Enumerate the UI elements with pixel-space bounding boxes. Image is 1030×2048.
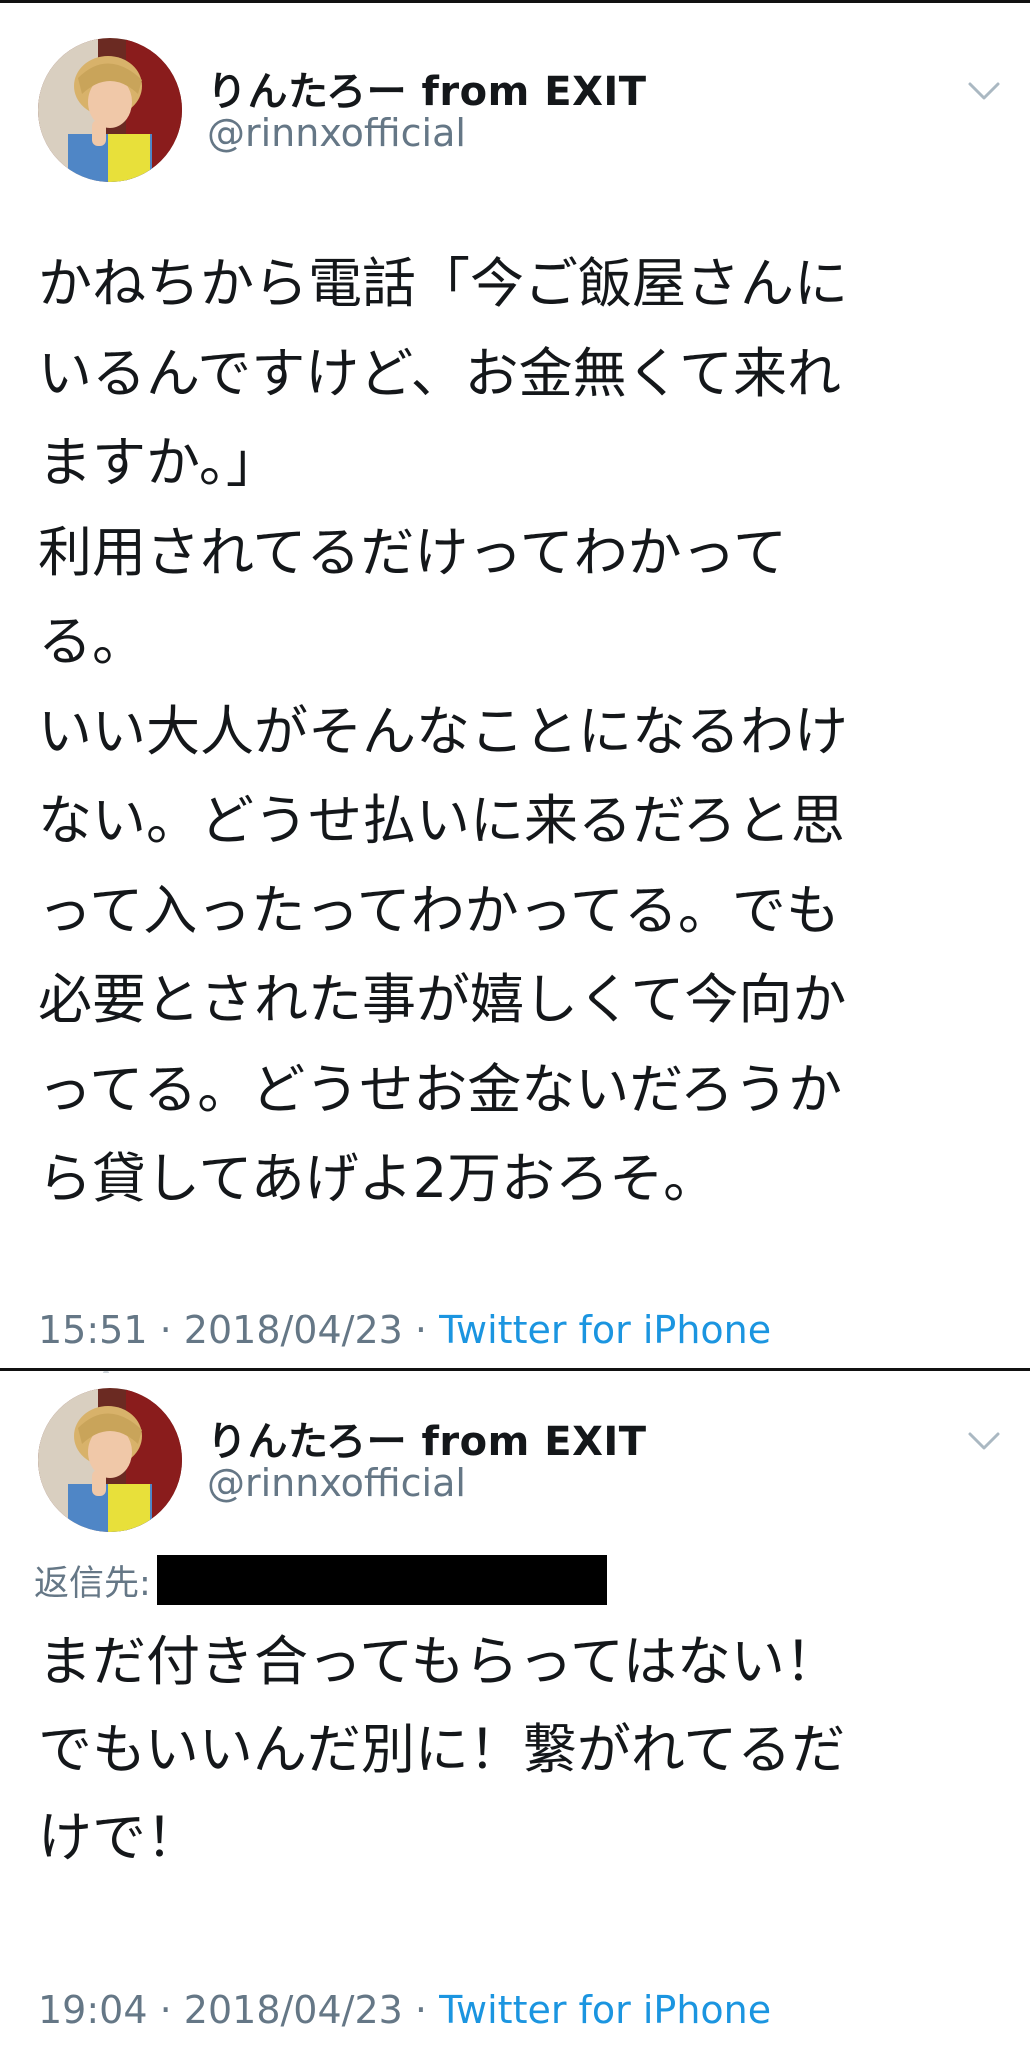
tweet-source-link[interactable]: Twitter for iPhone (439, 1308, 771, 1352)
tweet-time: 15:51 (38, 1308, 148, 1352)
reply-to: 返信先: (34, 1555, 607, 1605)
chevron-down-icon[interactable] (966, 1429, 1002, 1453)
avatar-photo-icon (38, 1388, 182, 1532)
tweet-card[interactable]: りんたろー from EXIT @rinnxofficial 返信先: まだ付き… (0, 1373, 1030, 2048)
user-avatar[interactable] (38, 38, 182, 182)
tweet-meta: 19:04 · 2018/04/23 · Twitter for iPhone (38, 1988, 771, 2032)
tweet-card[interactable]: りんたろー from EXIT @rinnxofficial かねちから電話「今… (0, 3, 1030, 1370)
meta-separator: · (414, 1308, 428, 1352)
tweet-text: まだ付き合ってもらってはない！ でもいいんだ別に！繋がれてるだ けで！ (38, 1630, 846, 1869)
user-handle[interactable]: @rinnxofficial (207, 1461, 466, 1505)
tweet-date: 2018/04/23 (183, 1988, 403, 2032)
tweet-text: かねちから電話「今ご飯屋さんに いるんですけど、お金無くて来れ ますか。」 利用… (38, 252, 848, 1210)
reply-label: 返信先: (34, 1563, 151, 1604)
tweet-source-link[interactable]: Twitter for iPhone (439, 1988, 771, 2032)
meta-separator: · (414, 1988, 428, 2032)
meta-separator: · (159, 1988, 172, 2032)
redacted-recipient (156, 1555, 607, 1605)
avatar-photo-icon (38, 38, 182, 182)
user-avatar[interactable] (38, 1388, 182, 1532)
display-name[interactable]: りんたろー from EXIT (207, 1409, 647, 1467)
meta-separator: · (159, 1308, 172, 1352)
tweet-date: 2018/04/23 (183, 1308, 403, 1352)
tweet-meta: 15:51 · 2018/04/23 · Twitter for iPhone (38, 1308, 771, 1352)
user-handle[interactable]: @rinnxofficial (207, 111, 466, 155)
tweet-time: 19:04 (38, 1988, 148, 2032)
display-name[interactable]: りんたろー from EXIT (207, 59, 647, 117)
chevron-down-icon[interactable] (966, 79, 1002, 103)
tweet-divider (0, 1368, 1030, 1371)
